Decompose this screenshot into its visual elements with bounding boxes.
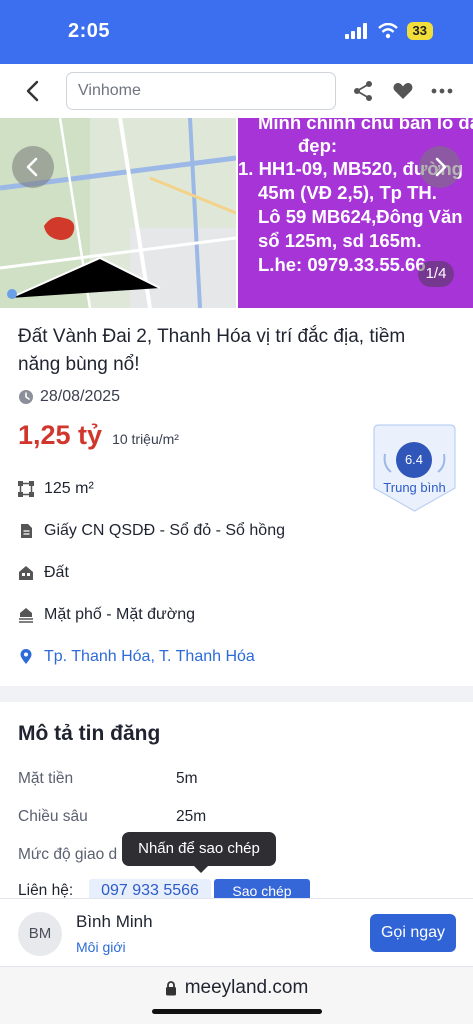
copy-tooltip: Nhấn để sao chép — [122, 832, 276, 866]
heart-icon[interactable] — [392, 80, 414, 102]
listing-title: Đất Vành Đai 2, Thanh Hóa vị trí đắc địa… — [18, 326, 406, 375]
agent-name[interactable]: Bình Minh — [76, 912, 153, 932]
share-icon[interactable] — [352, 80, 374, 102]
status-time: 2:05 — [68, 20, 111, 42]
type-text: Đất — [44, 564, 69, 581]
gallery-next-button[interactable] — [419, 146, 461, 188]
score-label: Trung bình — [383, 480, 446, 495]
legal-text: Giấy CN QSDĐ - Sổ đỏ - Sổ hồng — [44, 522, 285, 539]
street-icon — [19, 608, 33, 623]
score-value: 6.4 — [396, 442, 432, 478]
location-text[interactable]: Tp. Thanh Hóa, T. Thanh Hóa — [44, 648, 255, 666]
area-icon — [18, 481, 34, 497]
agent-role: Môi giới — [76, 939, 126, 955]
avatar[interactable]: BM — [18, 912, 62, 956]
date-text: 28/08/2025 — [40, 388, 121, 405]
chevron-left-icon — [26, 157, 38, 177]
back-arrow-icon[interactable] — [20, 78, 48, 104]
signal-icon — [344, 23, 367, 39]
frontage-row: Mặt phố - Mặt đường — [18, 606, 195, 624]
url-text: meeyland.com — [184, 977, 309, 998]
more-icon[interactable] — [430, 80, 454, 102]
price: 1,25 tỷ — [18, 420, 103, 450]
desc-label: Mức độ giao d — [18, 846, 118, 863]
document-icon — [21, 524, 32, 538]
section-divider — [0, 686, 473, 702]
desc-label: Mặt tiền — [18, 770, 74, 787]
lock-icon — [165, 980, 176, 995]
search-input[interactable]: Vinhome — [66, 72, 336, 110]
tooltip-arrow — [194, 866, 208, 873]
location-row[interactable]: Tp. Thanh Hóa, T. Thanh Hóa — [18, 648, 255, 666]
building-icon — [19, 566, 33, 580]
promo-line: Lô 59 MB624,Đông Văn — [258, 206, 463, 227]
type-row: Đất — [18, 564, 69, 582]
image-gallery[interactable]: Mình chính chủ bán lô đất đẹp: 1. HH1-09… — [0, 118, 473, 308]
posted-date: 28/08/2025 — [18, 388, 120, 406]
area-row: 125 m² — [18, 480, 94, 498]
desc-value: 5m — [176, 770, 198, 787]
clock-icon — [19, 390, 33, 404]
promo-line: sổ 125m, sd 165m. — [258, 230, 422, 251]
agent-bar: BM Bình Minh Môi giới Gọi ngay — [0, 898, 473, 966]
chevron-right-icon — [435, 157, 447, 177]
description-title: Mô tả tin đăng — [18, 722, 161, 745]
wifi-icon — [377, 23, 398, 39]
gallery-counter: 1/4 — [418, 261, 454, 287]
gallery-prev-button[interactable] — [12, 146, 54, 188]
promo-line: Mình chính chủ bán lô đất — [258, 118, 473, 133]
desc-label: Chiều sâu — [18, 808, 88, 825]
price-row: 1,25 tỷ 10 triệu/m² — [18, 420, 179, 451]
home-indicator — [152, 1009, 322, 1014]
url-display[interactable]: meeyland.com — [0, 977, 473, 999]
unit-price: 10 triệu/m² — [112, 431, 179, 447]
status-icons: 33 — [344, 22, 433, 40]
battery-indicator: 33 — [406, 22, 433, 40]
area-text: 125 m² — [44, 480, 94, 497]
legal-row: Giấy CN QSDĐ - Sổ đỏ - Sổ hồng — [18, 522, 285, 540]
score-badge[interactable]: 6.4 Trung bình — [373, 424, 456, 512]
top-bar: Vinhome — [0, 64, 473, 118]
browser-url-bar[interactable]: meeyland.com — [0, 966, 473, 1024]
status-bar: 2:05 33 — [0, 0, 473, 64]
map-pin-icon — [20, 649, 32, 664]
desc-value: 25m — [176, 808, 207, 825]
call-now-button[interactable]: Gọi ngay — [370, 914, 456, 952]
frontage-text: Mặt phố - Mặt đường — [44, 606, 196, 623]
